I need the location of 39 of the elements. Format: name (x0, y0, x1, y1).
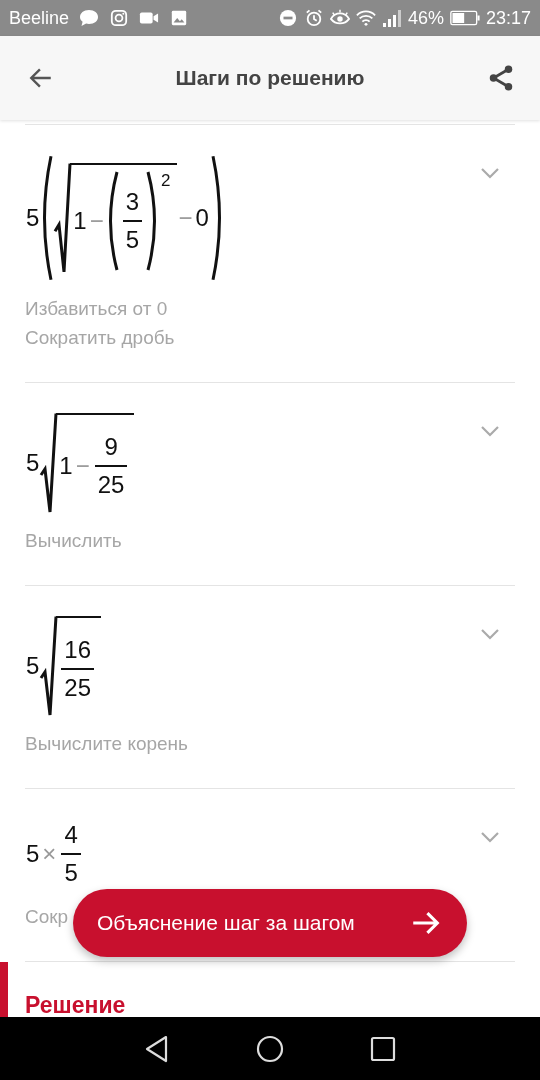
do-not-disturb-icon (277, 9, 298, 27)
math-number: 5 (25, 204, 41, 232)
step-description: Вычислить (25, 529, 122, 553)
math-operator: − (177, 204, 194, 232)
signal-icon (381, 9, 402, 27)
math-number: 5 (25, 840, 41, 868)
math-number: 5 (25, 449, 41, 477)
step-by-step-button[interactable]: Объяснение шаг за шагом (73, 889, 467, 957)
wifi-icon (355, 9, 376, 27)
fraction-denominator: 25 (96, 470, 126, 500)
battery-icon (449, 10, 480, 26)
carrier-name: Beeline (9, 7, 70, 29)
battery-percentage: 46% (407, 7, 444, 29)
step-description: Избавиться от 0 (25, 297, 168, 321)
step-description: Сокр (25, 905, 69, 929)
math-number: 5 (25, 652, 41, 680)
math-number: 1 (72, 207, 88, 235)
math-operator: × (41, 840, 58, 868)
section-heading: Решение (25, 992, 126, 1017)
chat-bubble-icon (79, 9, 100, 27)
math-number: 0 (194, 204, 210, 232)
home-circle-icon[interactable] (255, 1033, 285, 1064)
fraction-denominator: 5 (63, 858, 79, 888)
screen-title: Шаги по решению (175, 66, 365, 90)
fraction-numerator: 3 (122, 186, 143, 222)
math-operator: − (88, 207, 105, 235)
clock-time: 23:17 (485, 7, 531, 29)
step-description: Сократить дробь (25, 326, 175, 350)
fraction-denominator: 25 (63, 673, 93, 703)
math-number: 1 (58, 452, 74, 480)
fraction-numerator: 4 (61, 819, 81, 855)
eye-icon (329, 9, 350, 27)
fraction-numerator: 9 (94, 431, 128, 467)
fraction-numerator: 16 (61, 634, 95, 670)
math-operator: − (74, 452, 91, 480)
camera-app-icon (109, 9, 130, 27)
exponent: 2 (160, 171, 172, 191)
step-description: Вычислите корень (25, 732, 188, 756)
fraction-denominator: 5 (124, 225, 141, 255)
